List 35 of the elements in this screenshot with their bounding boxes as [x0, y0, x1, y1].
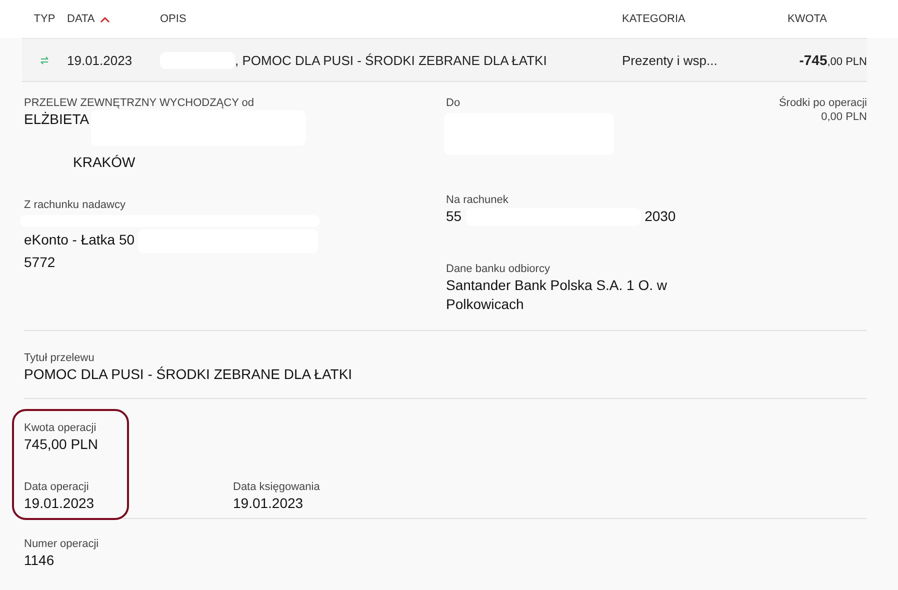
- transfer-title: POMOC DLA PUSI - ŚRODKI ZEBRANE DLA ŁATKI: [24, 365, 354, 384]
- booking-date: 19.01.2023: [233, 494, 304, 513]
- column-header[interactable]: TYP: [34, 13, 56, 25]
- account-name: eKonto - Łatka 50: [24, 232, 135, 248]
- transaction-description: , POMOC DLA PUSI - ŚRODKI ZEBRANE DLA ŁATKI: [235, 52, 547, 68]
- field-label: Tytuł przelewu: [24, 351, 96, 365]
- operation-amount: 745,00 PLN: [24, 435, 99, 454]
- field-label: Data księgowania: [233, 480, 320, 494]
- account-number: 55: [446, 208, 462, 224]
- transfer-icon: [40, 56, 49, 64]
- transaction-date: 19.01.2023: [67, 52, 132, 68]
- field-label: Do: [446, 96, 462, 110]
- sender-name: ELŻBIETA: [24, 111, 90, 127]
- field-label: Dane banku odbiorcy: [446, 262, 551, 276]
- column-header[interactable]: KATEGORIA: [622, 13, 686, 25]
- transaction-category: Prezenty i wsp...: [622, 52, 718, 68]
- field-label: Numer operacji: [24, 537, 100, 551]
- field-label: Data operacji: [24, 480, 90, 494]
- column-header[interactable]: KWOTA: [787, 13, 827, 25]
- account-number: 5772: [24, 254, 56, 270]
- field-label: PRZELEW ZEWNĘTRZNY WYCHODZĄCY od: [24, 96, 256, 110]
- operation-number: 1146: [24, 551, 56, 570]
- column-header[interactable]: OPIS: [160, 13, 186, 25]
- field-label: Kwota operacji: [24, 421, 98, 435]
- balance-value: 0,00 PLN: [820, 110, 867, 124]
- field-label: Na rachunek: [446, 193, 510, 207]
- account-number: 2030: [644, 208, 676, 224]
- sender-city: KRAKÓW: [73, 152, 136, 172]
- field-label: Środki po operacji: [778, 96, 867, 110]
- field-label: Z rachunku nadawcy: [24, 198, 126, 212]
- transaction-row[interactable]: 19.01.2023 , POMOC DLA PUSI - ŚRODKI ZEBRANE DLA ŁATKI Prezenty i wsp... -745,00 PLN: [22, 38, 867, 82]
- operation-date: 19.01.2023: [24, 494, 96, 513]
- bank-name: Santander Bank Polska S.A. 1 O. w Polkowicach: [446, 276, 668, 314]
- column-header[interactable]: DATA: [67, 13, 110, 25]
- transaction-amount: -745,00 PLN: [799, 52, 867, 68]
